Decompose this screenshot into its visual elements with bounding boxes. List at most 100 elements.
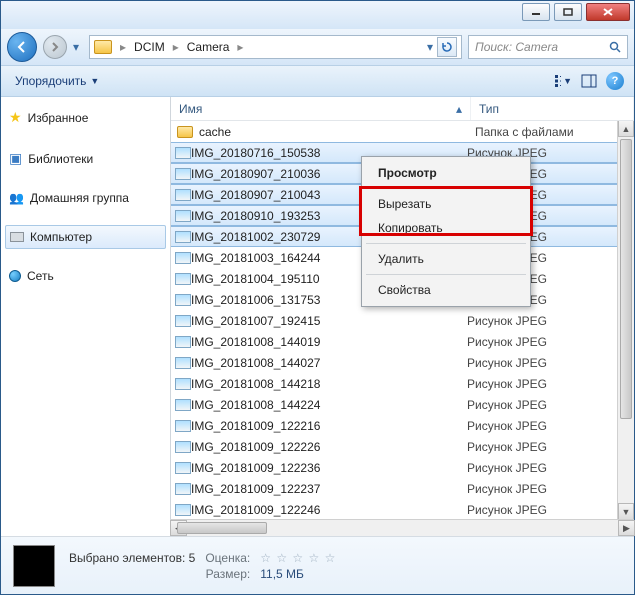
file-type: Папка с файлами — [475, 125, 574, 139]
ctx-view[interactable]: Просмотр — [364, 161, 528, 185]
chevron-down-icon: ▼ — [90, 76, 99, 86]
file-type: Рисунок JPEG — [467, 503, 547, 517]
image-file-icon — [175, 483, 191, 495]
arrow-left-icon — [15, 40, 29, 54]
size-value: 11,5 МБ — [260, 567, 336, 581]
scroll-right-button[interactable]: ▶ — [618, 520, 635, 536]
image-file-icon — [175, 420, 191, 432]
help-button[interactable]: ? — [606, 72, 624, 90]
details-pane: Выбрано элементов: 5 Оценка: ☆ ☆ ☆ ☆ ☆ Р… — [1, 536, 634, 594]
close-button[interactable] — [586, 3, 630, 21]
sidebar-item-label: Сеть — [27, 269, 54, 283]
file-type: Рисунок JPEG — [467, 398, 547, 412]
explorer-window: ▾ ▸ DCIM ▸ Camera ▸ ▾ Поиск: Camera Упор… — [0, 0, 635, 595]
chevron-right-icon: ▸ — [171, 40, 181, 54]
titlebar — [1, 1, 634, 29]
selection-count-label: Выбрано элементов: 5 — [69, 551, 195, 565]
file-row[interactable]: IMG_20181008_144019Рисунок JPEG — [171, 331, 634, 352]
file-type: Рисунок JPEG — [467, 440, 547, 454]
sidebar-item-homegroup[interactable]: 👥Домашняя группа — [5, 187, 166, 209]
address-dropdown[interactable]: ▾ — [427, 40, 433, 54]
image-file-icon — [175, 504, 191, 516]
image-file-icon — [175, 147, 191, 159]
sort-indicator-icon: ▴ — [456, 102, 462, 116]
image-file-icon — [175, 462, 191, 474]
view-options-button[interactable]: ▼ — [554, 72, 572, 90]
image-file-icon — [175, 273, 191, 285]
nav-forward-button[interactable] — [43, 35, 67, 59]
nav-back-button[interactable] — [7, 32, 37, 62]
file-name: IMG_20181009_122237 — [191, 482, 467, 496]
rating-stars[interactable]: ☆ ☆ ☆ ☆ ☆ — [260, 551, 336, 565]
minimize-icon — [531, 8, 541, 16]
file-row[interactable]: IMG_20181009_122237Рисунок JPEG — [171, 478, 634, 499]
sidebar-item-label: Библиотеки — [28, 152, 93, 166]
sidebar-item-network[interactable]: Сеть — [5, 265, 166, 287]
ctx-cut[interactable]: Вырезать — [364, 192, 528, 216]
file-name: IMG_20181008_144019 — [191, 335, 467, 349]
ctx-copy[interactable]: Копировать — [364, 216, 528, 240]
horizontal-scrollbar[interactable]: ◀ ▶ — [171, 519, 634, 536]
scroll-up-button[interactable]: ▲ — [618, 121, 634, 137]
search-icon — [609, 41, 621, 53]
ctx-delete[interactable]: Удалить — [364, 247, 528, 271]
sidebar-item-libraries[interactable]: ▣ Библиотеки — [5, 146, 166, 171]
file-row[interactable]: IMG_20181008_144218Рисунок JPEG — [171, 373, 634, 394]
file-name: IMG_20181009_122226 — [191, 440, 467, 454]
sidebar-item-label: Домашняя группа — [30, 191, 129, 205]
sidebar-item-computer[interactable]: Компьютер — [5, 225, 166, 249]
breadcrumb-item[interactable]: Camera — [183, 40, 234, 54]
column-header-name[interactable]: Имя▴ — [171, 97, 471, 120]
file-type: Рисунок JPEG — [467, 335, 547, 349]
file-type: Рисунок JPEG — [467, 356, 547, 370]
preview-pane-button[interactable] — [580, 72, 598, 90]
scroll-thumb[interactable] — [620, 139, 632, 419]
image-file-icon — [175, 189, 191, 201]
folder-icon — [177, 126, 193, 138]
nav-sidebar: ★Избранное ▣Библиотеки 👥Домашняя группа … — [1, 97, 171, 536]
computer-icon — [10, 232, 24, 242]
vertical-scrollbar[interactable]: ▲ ▼ — [617, 121, 634, 519]
sidebar-item-label: Избранное — [28, 111, 89, 125]
image-file-icon — [175, 231, 191, 243]
maximize-icon — [563, 8, 573, 16]
rating-label: Оценка: — [205, 551, 250, 565]
file-row[interactable]: IMG_20181008_144027Рисунок JPEG — [171, 352, 634, 373]
view-list-icon — [554, 74, 561, 88]
organize-label: Упорядочить — [15, 74, 86, 88]
file-row[interactable]: IMG_20181007_192415Рисунок JPEG — [171, 310, 634, 331]
file-type: Рисунок JPEG — [467, 314, 547, 328]
breadcrumb-item[interactable]: DCIM — [130, 40, 169, 54]
arrow-right-icon — [50, 42, 60, 52]
nav-history-dropdown[interactable]: ▾ — [73, 40, 83, 54]
file-row[interactable]: IMG_20181009_122246Рисунок JPEG — [171, 499, 634, 519]
organize-button[interactable]: Упорядочить ▼ — [11, 72, 103, 90]
file-row[interactable]: IMG_20181009_122236Рисунок JPEG — [171, 457, 634, 478]
address-bar[interactable]: ▸ DCIM ▸ Camera ▸ ▾ — [89, 35, 462, 59]
library-icon: ▣ — [9, 150, 22, 167]
file-type: Рисунок JPEG — [467, 482, 547, 496]
image-file-icon — [175, 357, 191, 369]
scroll-down-button[interactable]: ▼ — [618, 503, 634, 519]
preview-pane-icon — [581, 74, 597, 88]
search-input[interactable]: Поиск: Camera — [468, 35, 628, 59]
file-row[interactable]: IMG_20181008_144224Рисунок JPEG — [171, 394, 634, 415]
column-header-type[interactable]: Тип — [471, 97, 634, 120]
file-row[interactable]: IMG_20181009_122216Рисунок JPEG — [171, 415, 634, 436]
file-row[interactable]: IMG_20181009_122226Рисунок JPEG — [171, 436, 634, 457]
image-file-icon — [175, 315, 191, 327]
refresh-button[interactable] — [437, 37, 457, 57]
file-name: IMG_20181009_122236 — [191, 461, 467, 475]
ctx-properties[interactable]: Свойства — [364, 278, 528, 302]
maximize-button[interactable] — [554, 3, 582, 21]
scroll-thumb[interactable] — [177, 522, 267, 534]
file-type: Рисунок JPEG — [467, 419, 547, 433]
content-body: ★Избранное ▣Библиотеки 👥Домашняя группа … — [1, 97, 634, 536]
sidebar-item-favorites[interactable]: ★Избранное — [5, 105, 166, 130]
minimize-button[interactable] — [522, 3, 550, 21]
menu-separator — [366, 274, 526, 275]
file-name: IMG_20181008_144027 — [191, 356, 467, 370]
chevron-right-icon: ▸ — [118, 40, 128, 54]
file-row[interactable]: cacheПапка с файлами — [171, 121, 634, 142]
image-file-icon — [175, 378, 191, 390]
